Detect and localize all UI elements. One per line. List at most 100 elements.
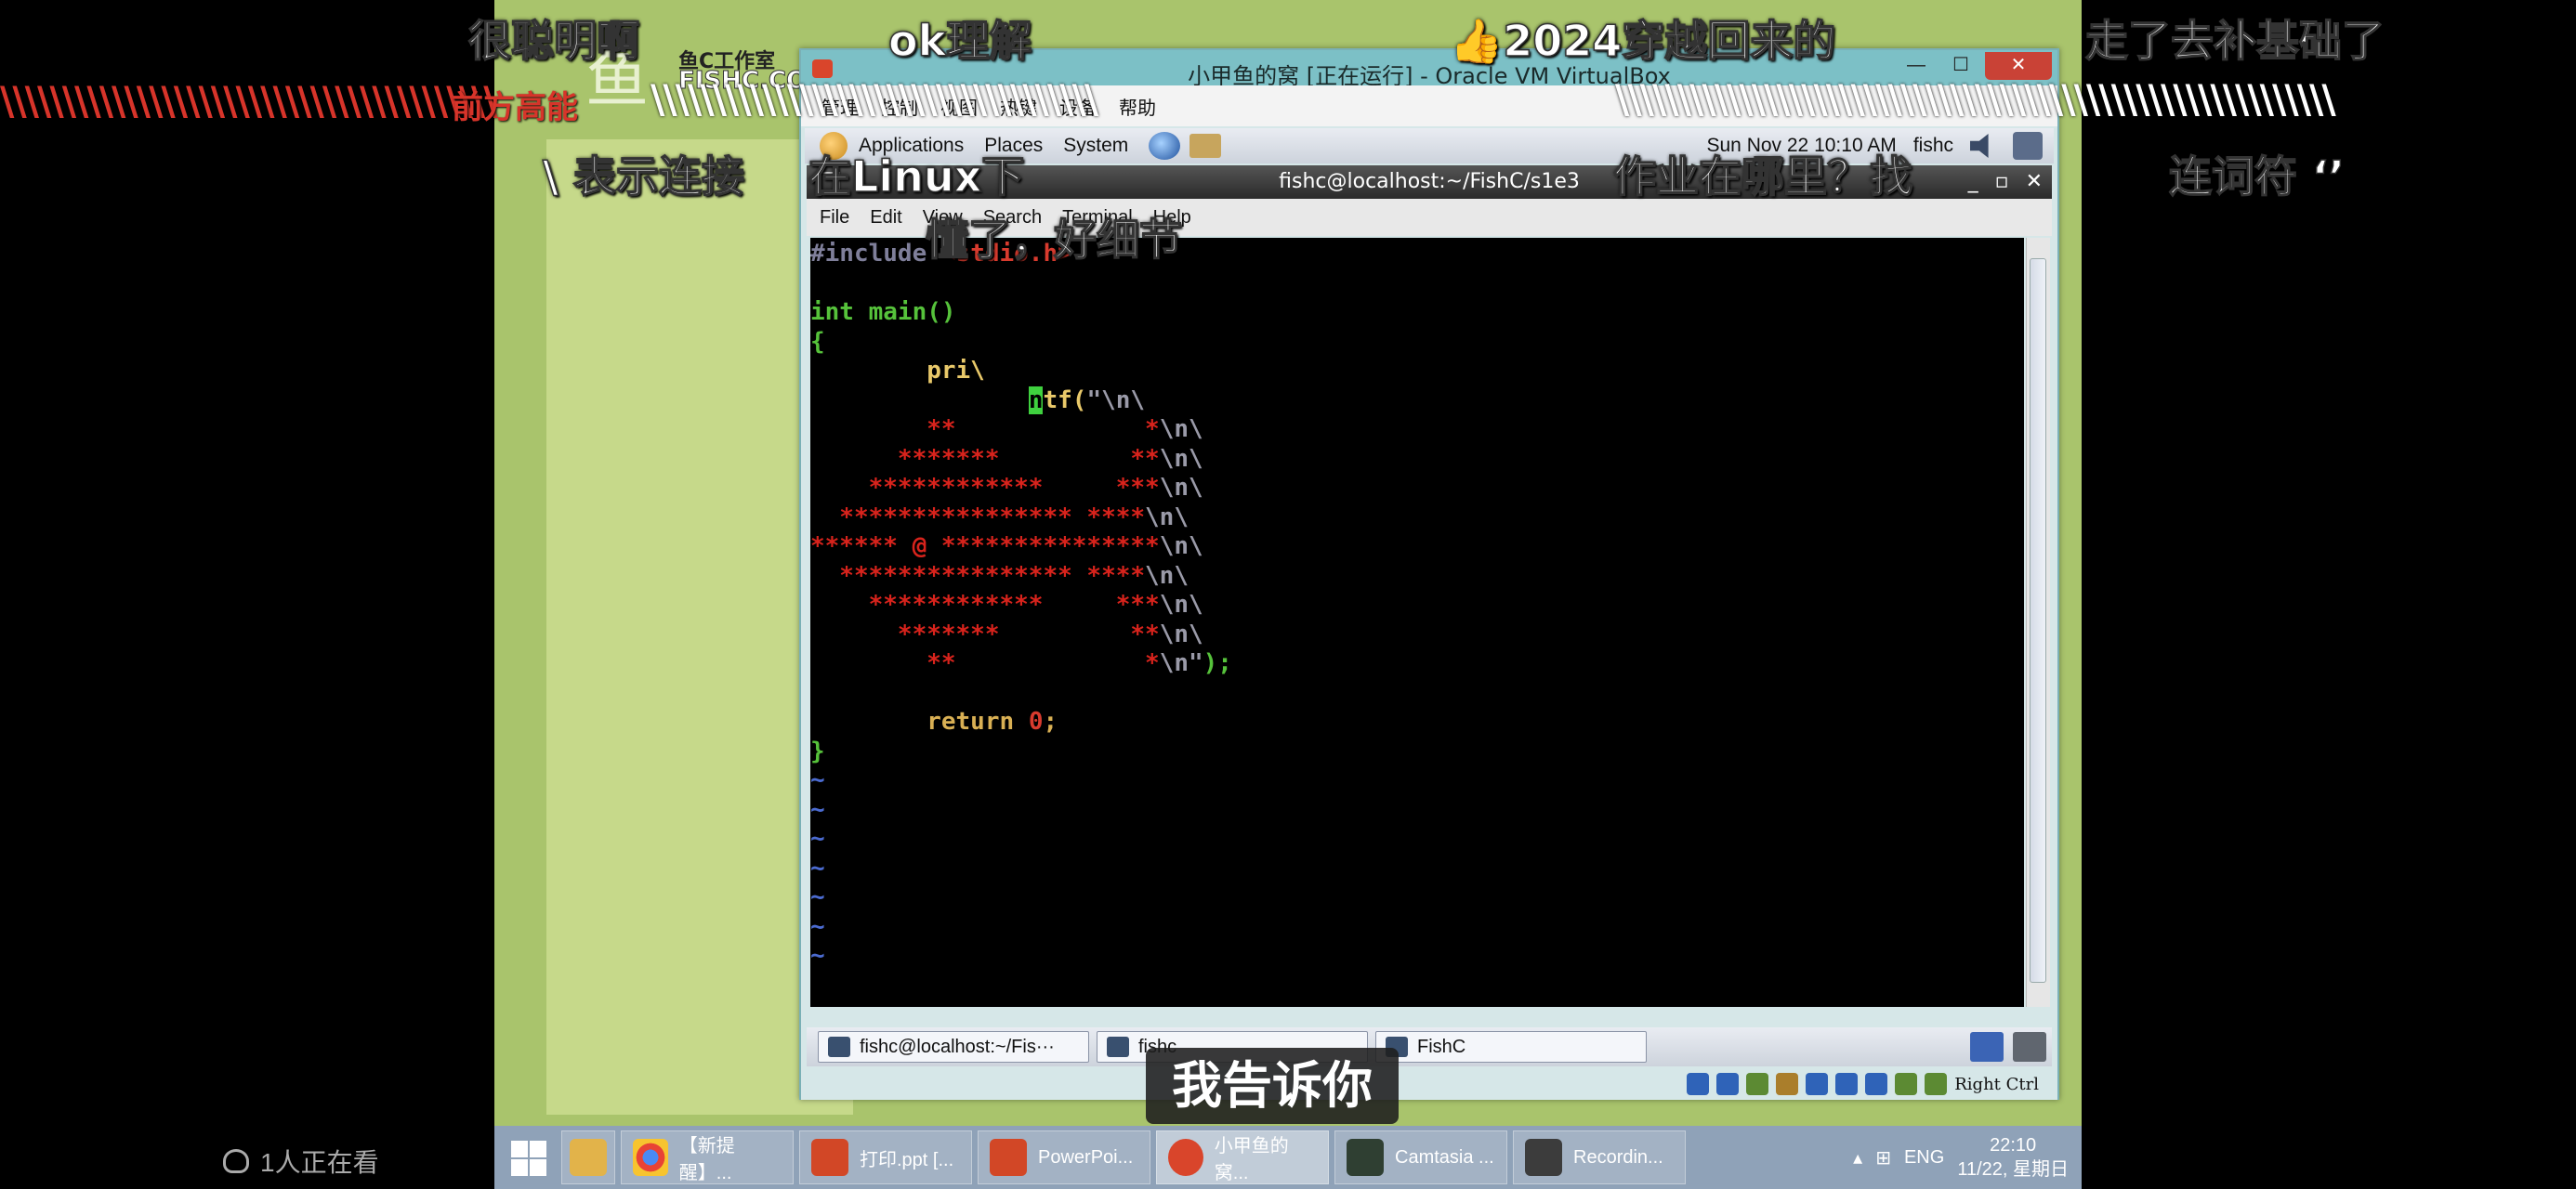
terminal-scrollbar[interactable]: [2026, 238, 2050, 1007]
taskbar-chrome[interactable]: 【新提醒】...: [621, 1130, 794, 1184]
video-subtitle: 我告诉你: [1146, 1048, 1399, 1124]
terminal-close-button[interactable]: ✕: [2026, 165, 2043, 199]
hdd-status-icon[interactable]: [1687, 1073, 1710, 1095]
code-line: ~: [810, 795, 825, 824]
guest-task-label: FishC: [1417, 1036, 1466, 1057]
terminal-minimize-button[interactable]: _: [1968, 165, 1978, 199]
code-line: **************** ****\n\: [810, 503, 1189, 531]
danmaku-comment: 👍2024穿越回来的: [1449, 15, 1836, 67]
taskbar-item-label: Camtasia ...: [1395, 1146, 1494, 1168]
code-line: {: [810, 327, 825, 356]
danmaku-slashes-red: \\\\\\\\\\\\\\\\\\\\\\\\\\\\\\\\\\\\\\\\: [0, 78, 498, 124]
code-line: ~: [810, 766, 825, 794]
code-line: ************ ***\n\: [810, 474, 1203, 502]
host-clock[interactable]: 22:10 11/22, 星期日: [1957, 1133, 2069, 1182]
code-line: return 0;: [810, 708, 1058, 736]
volume-icon[interactable]: [1970, 134, 1989, 158]
terminal-window-controls: _ ▫ ✕: [1968, 165, 2043, 199]
danmaku-comment: 懂了，好细节: [925, 214, 1183, 266]
code-line: ************ ***\n\: [810, 591, 1203, 619]
code-line: ntf("\n\: [1028, 385, 1146, 414]
video-capture-icon[interactable]: [1865, 1073, 1888, 1095]
code-line: ****** @ ***************\n\: [810, 532, 1203, 560]
code-line: int main(): [810, 298, 956, 326]
taskbar-item-label: 【新提醒】...: [678, 1136, 735, 1183]
code-line: ~: [810, 912, 825, 941]
danmaku-comment: 作业在哪里？找: [1612, 150, 1913, 203]
virtualbox-statusbar: Right Ctrl: [801, 1068, 2057, 1100]
action-center-icon[interactable]: ⊞: [1875, 1146, 1891, 1169]
code-line: }: [810, 737, 825, 765]
file-explorer-icon: [570, 1139, 607, 1176]
code-line: ******* **\n\: [810, 444, 1203, 473]
taskbar-recording[interactable]: Recordin...: [1513, 1130, 1686, 1184]
taskbar-item-label: 打印.ppt [...: [860, 1149, 954, 1170]
host-date: 11/22, 星期日: [1957, 1159, 2069, 1180]
browser-globe-icon[interactable]: [1149, 132, 1181, 160]
code-line: ~: [810, 883, 825, 911]
keyboard-capture-icon[interactable]: [1925, 1073, 1948, 1095]
taskbar-item-label: PowerPoi...: [1038, 1146, 1134, 1168]
code-line: ******* **\n\: [810, 620, 1203, 648]
shared-folders-icon[interactable]: [1776, 1073, 1799, 1095]
panel-system[interactable]: System: [1063, 135, 1128, 157]
network-status-icon[interactable]: [1835, 1073, 1859, 1095]
guest-task-terminal[interactable]: fishc@localhost:~/Fis···: [818, 1031, 1089, 1063]
cd-status-icon[interactable]: [1716, 1073, 1740, 1095]
guest-bottom-panel: fishc@localhost:~/Fis··· fishc FishC: [807, 1027, 2052, 1066]
danmaku-comment: ok理解: [887, 15, 1032, 67]
recorder-icon: [1525, 1139, 1562, 1176]
taskbar-ppt-print[interactable]: 打印.ppt [...: [799, 1130, 972, 1184]
camtasia-icon: [1347, 1139, 1384, 1176]
menu-help[interactable]: 帮助: [1119, 93, 1156, 120]
network-icon[interactable]: [2013, 132, 2043, 160]
host-system-tray: ▴ ⊞ ENG 22:10 11/22, 星期日: [1853, 1133, 2082, 1182]
guest-bottom-tray: [1970, 1032, 2046, 1062]
code-line: ~: [810, 854, 825, 882]
taskbar-virtualbox[interactable]: 小甲鱼的窝...: [1156, 1130, 1329, 1184]
taskbar-powerpoint[interactable]: PowerPoi...: [978, 1130, 1150, 1184]
danmaku-comment: 在Linux下: [808, 150, 1025, 203]
input-language[interactable]: ENG: [1904, 1147, 1944, 1169]
taskbar-item-label: Recordin...: [1573, 1146, 1663, 1168]
danmaku-slashes-white: \\\\\\\\\\\\\\\\\\\\\\\\\\\\\\\\\\\\\\\\…: [1615, 76, 2336, 122]
taskbar-item-label: 小甲鱼的窝...: [1214, 1136, 1289, 1183]
mail-icon[interactable]: [1189, 134, 1222, 158]
chrome-icon: [633, 1139, 668, 1176]
code-line: ** *\n");: [810, 649, 1232, 677]
code-line: pri\: [810, 357, 985, 385]
danmaku-comment: \ 表示连接: [542, 150, 744, 203]
panel-user[interactable]: fishc: [1913, 135, 1953, 157]
danmaku-comment: 很聪明啊: [467, 15, 640, 67]
trash-icon[interactable]: [1970, 1032, 2004, 1062]
code-line: **************** ****\n\: [810, 561, 1189, 590]
powerpoint-icon: [990, 1139, 1027, 1176]
workspace-switcher-icon[interactable]: [2013, 1032, 2046, 1062]
danmaku-comment: 连词符 ‘’: [2168, 150, 2345, 203]
terminal-scrollbar-thumb[interactable]: [2030, 258, 2046, 983]
terminal-menu-file[interactable]: File: [820, 207, 849, 229]
code-line: ~: [810, 942, 825, 970]
usb-status-icon[interactable]: [1746, 1073, 1769, 1095]
danmaku-comment: 前方高能: [452, 89, 578, 126]
terminal-task-icon: [828, 1037, 850, 1057]
viewer-count-label: 1人正在看: [260, 1148, 379, 1177]
mouse-integration-icon[interactable]: [1895, 1073, 1918, 1095]
guest-task-fishc[interactable]: FishC: [1375, 1031, 1647, 1063]
danmaku-comment: 走了去补基础了: [2084, 15, 2385, 67]
host-key-label: Right Ctrl: [1954, 1074, 2039, 1094]
terminal-menu-edit[interactable]: Edit: [870, 207, 901, 229]
danmaku-slashes-white: \\\\\\\\\\\\\\\\\\\\\\\\\\\\\\\\\\\\: [651, 76, 1098, 122]
taskbar-explorer[interactable]: [561, 1130, 615, 1184]
code-line: ** *\n\: [810, 415, 1203, 443]
terminal-screen[interactable]: #include <stdio.h> int main(){ pri\ ntf("…: [810, 238, 2024, 1007]
tray-expand-icon[interactable]: ▴: [1853, 1146, 1862, 1169]
host-taskbar: 【新提醒】... 打印.ppt [... PowerPoi... 小甲鱼的窝..…: [494, 1126, 2082, 1189]
taskbar-camtasia[interactable]: Camtasia ...: [1334, 1130, 1507, 1184]
guest-task-label: fishc@localhost:~/Fis···: [860, 1036, 1055, 1057]
viewer-count: 1人正在看: [223, 1143, 379, 1180]
terminal-maximize-button[interactable]: ▫: [1995, 165, 2009, 199]
windows-start-button[interactable]: [500, 1130, 556, 1185]
display-status-icon[interactable]: [1806, 1073, 1829, 1095]
